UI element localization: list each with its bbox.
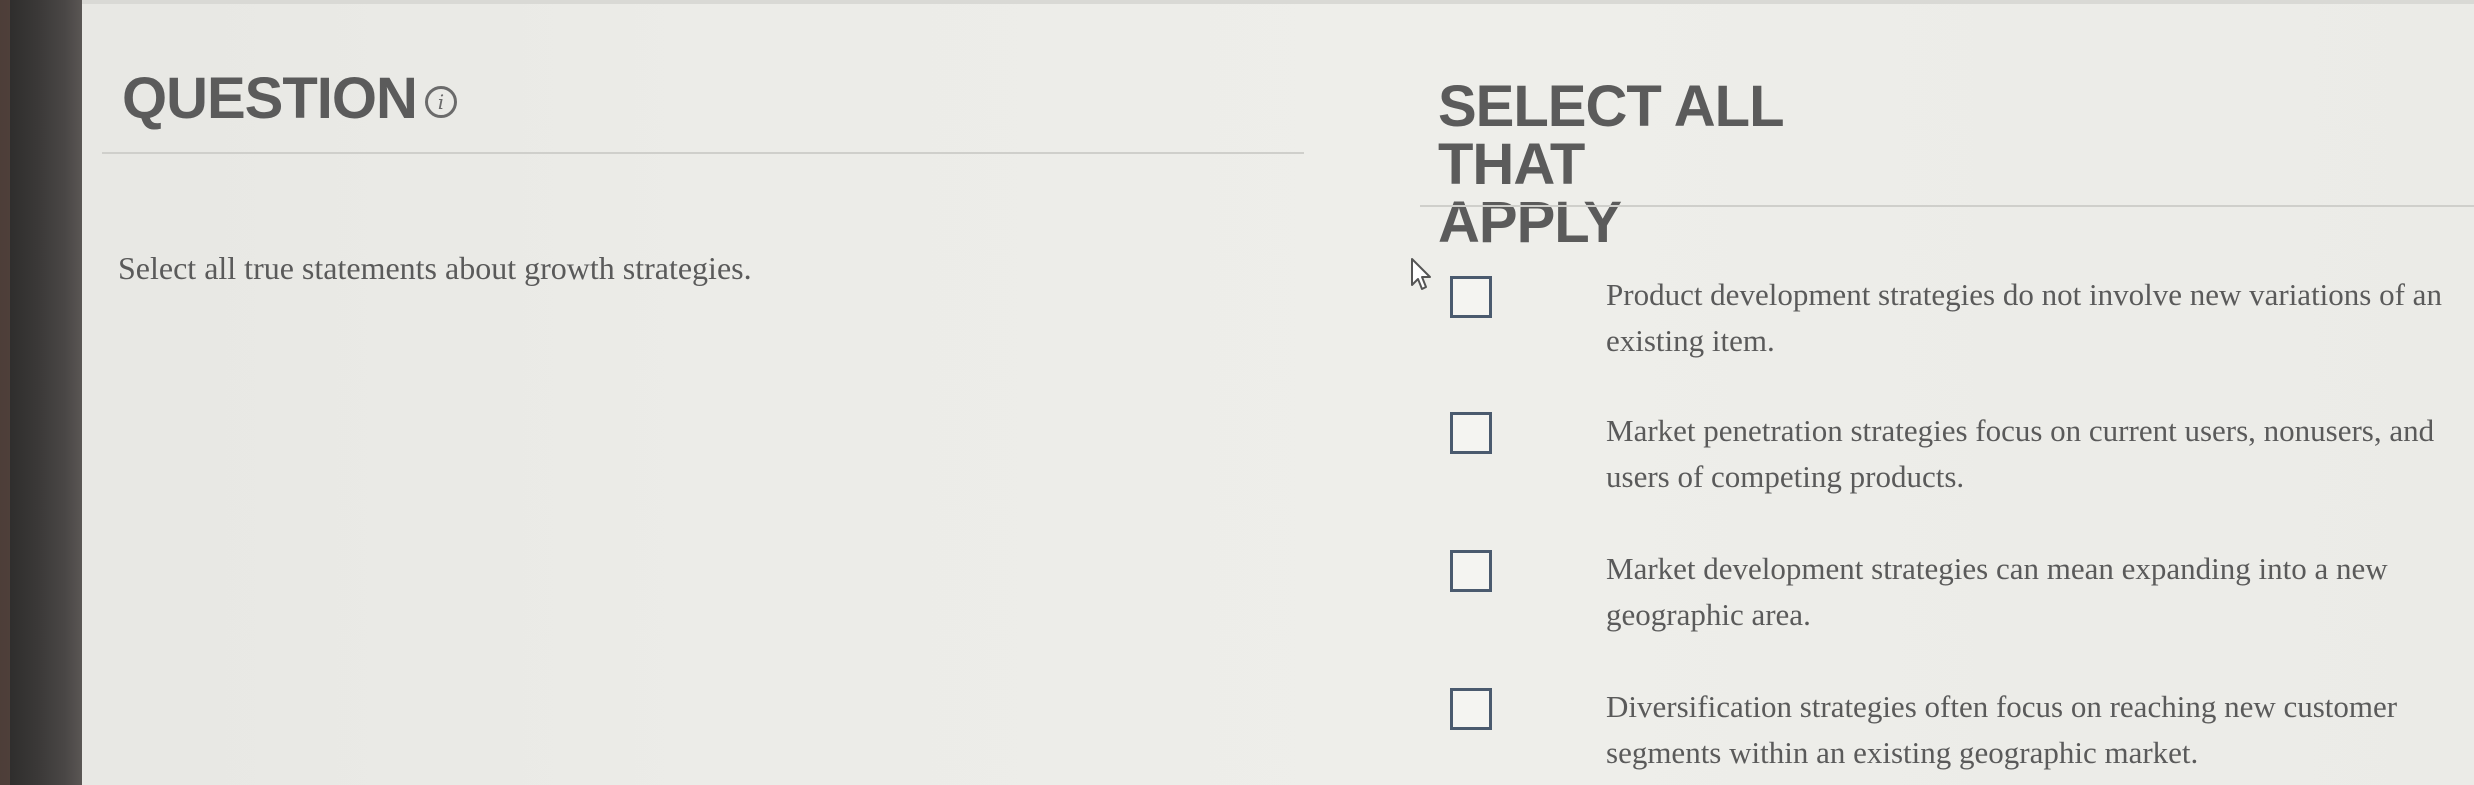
question-prompt: Select all true statements about growth … xyxy=(118,250,752,286)
option-checkbox[interactable] xyxy=(1450,688,1492,730)
option-label[interactable]: Market penetration strategies focus on c… xyxy=(1606,408,2450,500)
answer-header: SELECT ALL THAT APPLY xyxy=(1438,78,1938,252)
answer-option[interactable]: Market development strategies can mean e… xyxy=(1450,546,2450,638)
option-label[interactable]: Diversification strategies often focus o… xyxy=(1606,684,2450,776)
answer-option[interactable]: Product development strategies do not in… xyxy=(1450,272,2450,364)
top-strip xyxy=(82,0,2474,4)
question-divider xyxy=(102,152,1304,154)
monitor-bezel xyxy=(0,0,82,785)
answer-heading-line1: SELECT ALL THAT xyxy=(1438,74,1783,197)
option-label[interactable]: Product development strategies do not in… xyxy=(1606,272,2450,364)
option-label[interactable]: Market development strategies can mean e… xyxy=(1606,546,2450,638)
info-icon[interactable]: i xyxy=(424,86,457,118)
option-checkbox[interactable] xyxy=(1450,276,1492,318)
answer-option[interactable]: Market penetration strategies focus on c… xyxy=(1450,408,2450,500)
bezel-edge xyxy=(0,0,10,785)
question-heading: QUESTION xyxy=(122,66,418,131)
answer-option[interactable]: Diversification strategies often focus o… xyxy=(1450,684,2450,776)
mouse-cursor-icon xyxy=(1411,258,1431,290)
answer-divider xyxy=(1420,205,2474,207)
option-checkbox[interactable] xyxy=(1450,550,1492,592)
answer-heading-line2: APPLY xyxy=(1438,190,1622,255)
option-checkbox[interactable] xyxy=(1450,412,1492,454)
question-header: QUESTION i xyxy=(122,70,457,128)
